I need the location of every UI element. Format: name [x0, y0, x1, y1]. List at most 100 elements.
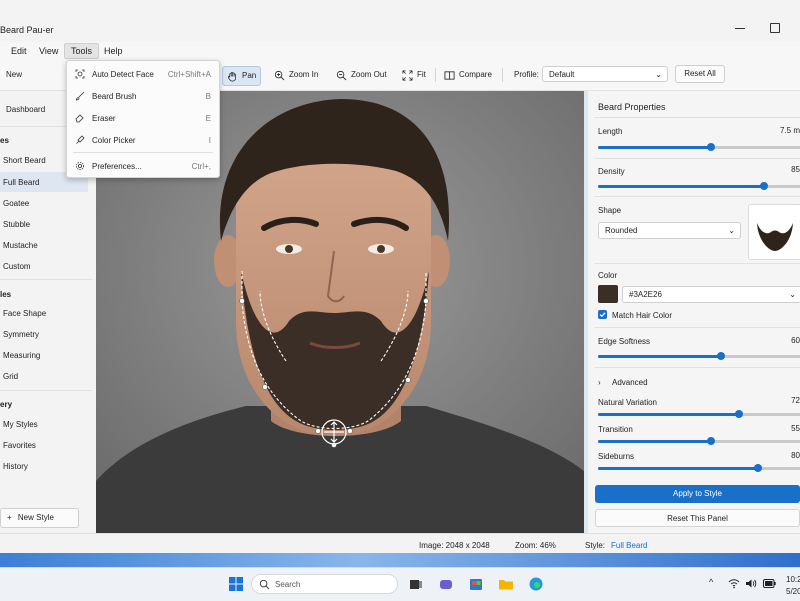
- chevron-down-icon: ⌄: [728, 226, 735, 235]
- menu-help[interactable]: Help: [98, 44, 129, 58]
- edge-softness-slider[interactable]: [598, 352, 800, 360]
- task-view-icon[interactable]: [408, 576, 424, 592]
- compare-icon: [444, 70, 455, 80]
- menu-item-beard-brush[interactable]: Beard Brush B: [67, 86, 219, 106]
- taskbar-search[interactable]: Search: [251, 574, 398, 594]
- menu-item-label: Auto Detect Face: [92, 70, 154, 79]
- fit-label: Fit: [417, 70, 426, 79]
- teams-chat-icon[interactable]: [438, 576, 454, 592]
- chevron-right-icon[interactable]: ›: [598, 378, 601, 387]
- sideburns-slider[interactable]: [598, 464, 800, 472]
- sidebar-item-dashboard[interactable]: Dashboard: [6, 105, 45, 114]
- transition-slider-thumb[interactable]: [706, 437, 715, 445]
- profile-select[interactable]: Default ⌄: [542, 66, 668, 82]
- brush-icon: [75, 91, 85, 101]
- store-icon[interactable]: [468, 576, 484, 592]
- sidebar-item-custom[interactable]: Custom: [3, 262, 31, 271]
- pan-label: Pan: [242, 71, 257, 80]
- natural-variation-slider[interactable]: [598, 410, 800, 418]
- transition-slider-fill: [598, 440, 711, 443]
- zoom-in-icon: [274, 70, 285, 80]
- zoom-out-icon: [336, 70, 347, 80]
- panel-divider: [594, 263, 800, 264]
- style-status-value: Full Beard: [611, 541, 648, 550]
- sidebar-item-my-styles[interactable]: My Styles: [3, 420, 38, 429]
- color-hex-value: #3A2E26: [629, 290, 662, 299]
- gear-icon: [76, 162, 84, 170]
- window-title: Beard Pau-er: [0, 25, 54, 35]
- reset-all-button[interactable]: Reset All: [675, 65, 725, 83]
- checkmark-icon: [599, 312, 606, 318]
- zoom-out-button[interactable]: Zoom Out: [332, 66, 391, 84]
- sidebar-item-measuring[interactable]: Measuring: [3, 351, 40, 360]
- profile-select-value: Default: [549, 70, 575, 79]
- fit-button[interactable]: Fit: [398, 66, 430, 84]
- menu-item-eraser[interactable]: Eraser E: [67, 108, 219, 128]
- sidebar-item-goatee[interactable]: Goatee: [3, 199, 29, 208]
- clock-date[interactable]: 5/20: [786, 587, 800, 596]
- length-slider[interactable]: [598, 143, 800, 151]
- natural-variation-slider-thumb[interactable]: [735, 410, 744, 418]
- sidebar-item-stubble[interactable]: Stubble: [3, 220, 30, 229]
- reset-panel-button[interactable]: Reset This Panel: [595, 509, 800, 527]
- zoom-in-button[interactable]: Zoom In: [270, 66, 322, 84]
- wifi-icon[interactable]: [728, 578, 740, 589]
- menu-item-label: Preferences...: [92, 162, 142, 171]
- menu-edit[interactable]: Edit: [5, 44, 33, 58]
- sidebar-item-history[interactable]: History: [3, 462, 28, 471]
- menu-item-color-picker[interactable]: Color Picker I: [67, 130, 219, 150]
- file-explorer-icon[interactable]: [498, 576, 514, 592]
- match-hair-checkbox[interactable]: [598, 310, 607, 319]
- sideburns-slider-thumb[interactable]: [753, 464, 762, 472]
- edge-softness-slider-thumb[interactable]: [717, 352, 725, 360]
- clock-time[interactable]: 10:2: [786, 575, 800, 584]
- menu-item-preferences[interactable]: Preferences... Ctrl+,: [67, 156, 219, 176]
- start-button[interactable]: [228, 576, 244, 592]
- advanced-toggle[interactable]: Advanced: [612, 378, 648, 387]
- volume-icon[interactable]: [745, 578, 757, 589]
- panel-divider: [594, 327, 800, 328]
- sidebar-item-favorites[interactable]: Favorites: [3, 441, 36, 450]
- compare-button[interactable]: Compare: [440, 66, 496, 84]
- transition-slider[interactable]: [598, 437, 800, 445]
- pan-button[interactable]: Pan: [222, 66, 262, 86]
- toolbar-divider: [502, 68, 503, 82]
- length-slider-thumb[interactable]: [706, 143, 715, 151]
- transform-handle-icon: [321, 419, 347, 445]
- shape-select[interactable]: Rounded ⌄: [598, 222, 741, 239]
- maximize-button[interactable]: [765, 18, 785, 38]
- chevron-down-icon: ⌄: [655, 70, 662, 79]
- sidebar-item-face-shape[interactable]: Face Shape: [3, 309, 46, 318]
- menu-item-auto-detect-face[interactable]: Auto Detect Face Ctrl+Shift+A: [67, 64, 219, 84]
- sidebar-item-short-beard[interactable]: Short Beard: [3, 156, 46, 165]
- chevron-up-icon[interactable]: ^: [709, 577, 713, 587]
- density-slider-thumb[interactable]: [760, 182, 769, 190]
- color-swatch[interactable]: [598, 285, 618, 303]
- search-placeholder: Search: [275, 580, 301, 589]
- edge-softness-value: 60: [791, 336, 800, 345]
- beard-shape-icon: [757, 223, 793, 251]
- apply-to-style-button[interactable]: Apply to Style: [595, 485, 800, 503]
- chevron-down-icon: ⌄: [789, 290, 796, 299]
- menu-tools[interactable]: Tools: [64, 43, 100, 59]
- desktop-wallpaper: [0, 553, 800, 567]
- beard-properties-panel: Beard Properties Length 7.5 m Density 85…: [588, 91, 800, 533]
- color-hex-input[interactable]: #3A2E26 ⌄: [622, 286, 800, 303]
- new-button[interactable]: New: [2, 66, 26, 84]
- new-style-button[interactable]: + New Style: [0, 508, 79, 528]
- density-slider[interactable]: [598, 182, 800, 190]
- sidebar-item-grid[interactable]: Grid: [3, 372, 18, 381]
- panel-divider: [594, 117, 800, 118]
- sidebar-item-full-beard[interactable]: Full Beard: [3, 178, 39, 187]
- edge-browser-icon[interactable]: [528, 576, 544, 592]
- sidebar-section-tools: les: [0, 290, 12, 299]
- menu-view[interactable]: View: [33, 44, 64, 58]
- battery-icon[interactable]: [763, 579, 776, 588]
- status-bar: Image: 2048 x 2048 Zoom: 46% Style: Full…: [0, 533, 800, 554]
- sidebar-section-gallery: ery: [0, 400, 13, 409]
- menu-item-shortcut: I: [208, 136, 211, 145]
- face-scan-icon: [75, 69, 85, 79]
- sidebar-item-symmetry[interactable]: Symmetry: [3, 330, 39, 339]
- minimize-button[interactable]: [725, 18, 755, 38]
- sidebar-item-mustache[interactable]: Mustache: [3, 241, 38, 250]
